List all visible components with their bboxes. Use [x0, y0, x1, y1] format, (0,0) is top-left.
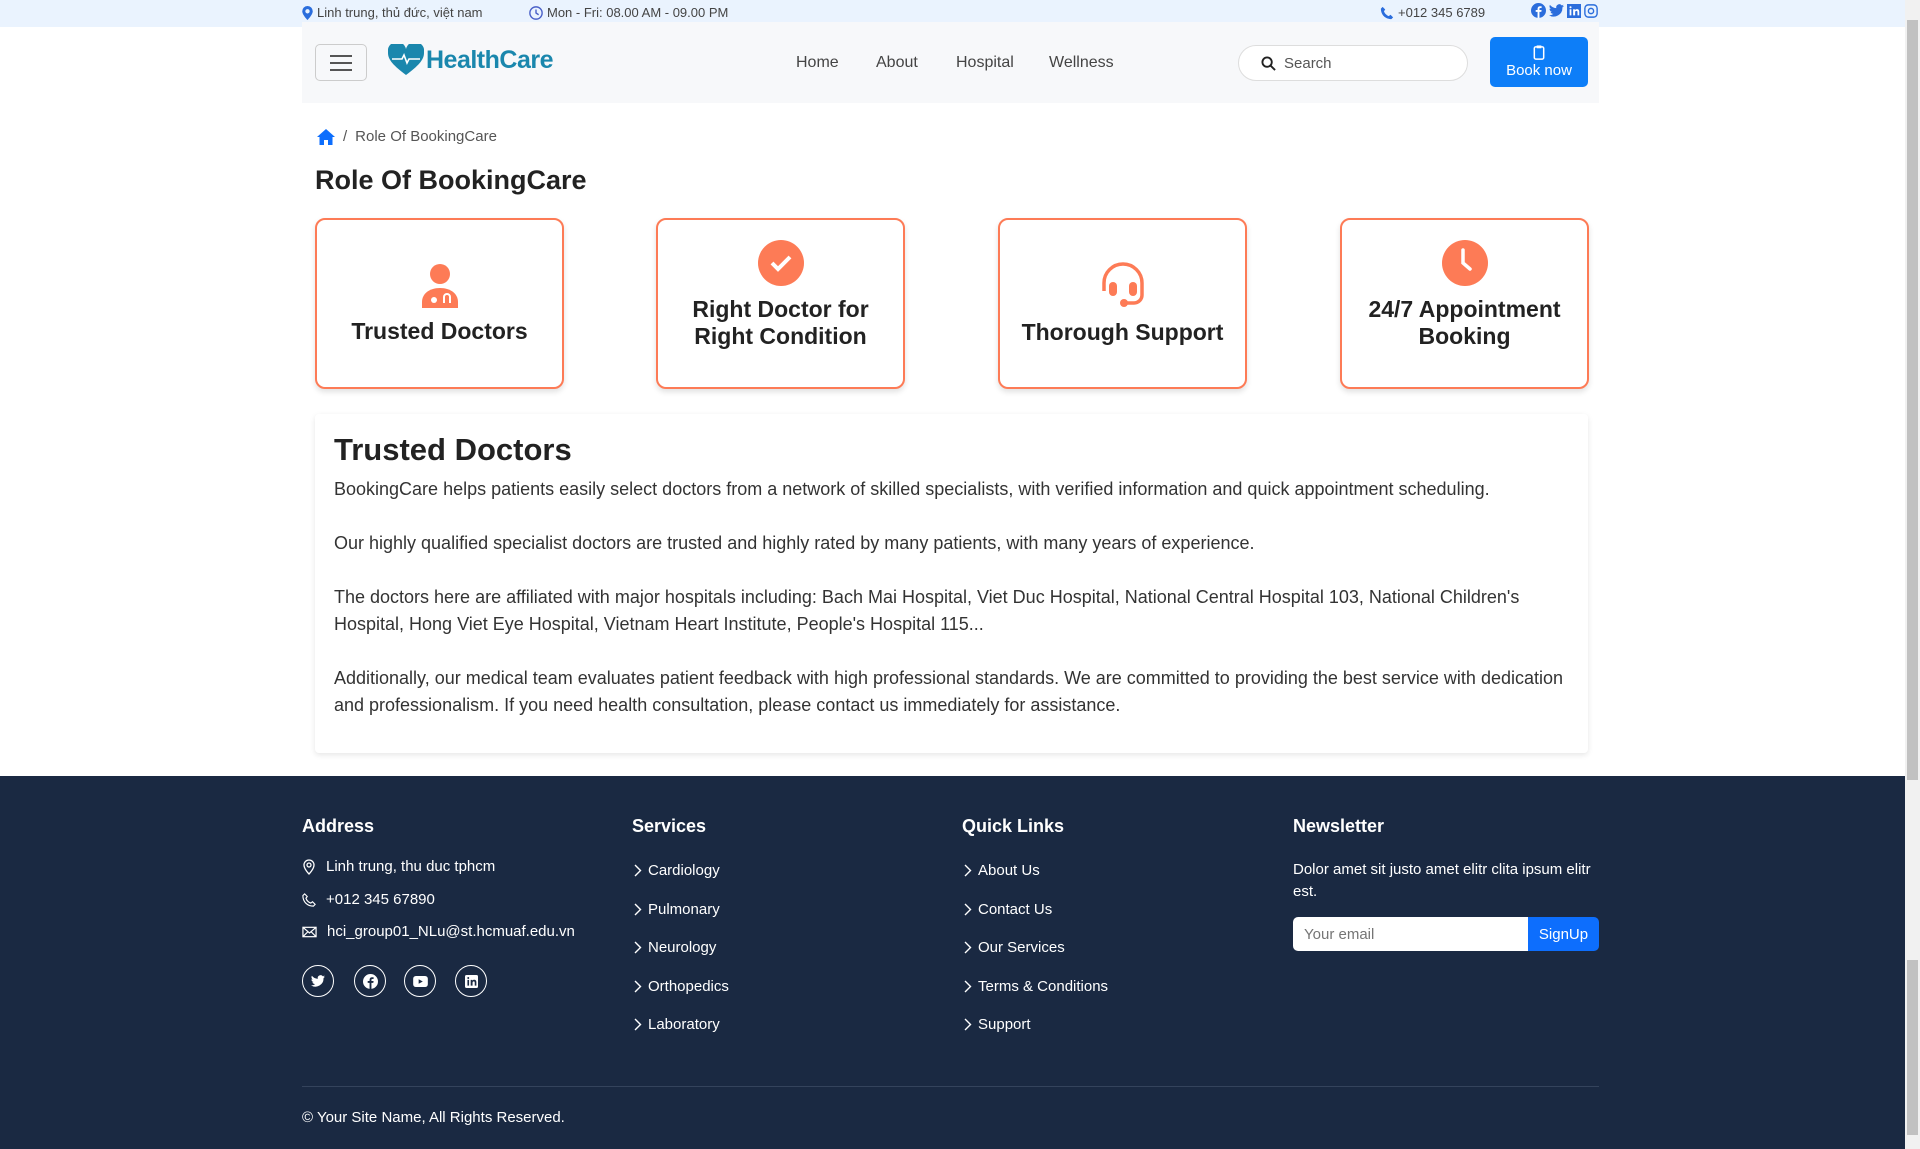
facebook-button[interactable] [354, 965, 386, 997]
footer-service-link[interactable]: Neurology [634, 939, 716, 956]
content-panel: Trusted Doctors BookingCare helps patien… [315, 414, 1588, 753]
chevron-right-icon [964, 980, 972, 992]
clock-icon [529, 5, 543, 20]
signup-button[interactable]: SignUp [1528, 917, 1599, 951]
chevron-right-icon [634, 980, 642, 992]
youtube-button[interactable] [404, 965, 436, 997]
envelope-icon [302, 926, 317, 937]
footer-location: Linh trung, thu duc tphcm [302, 858, 495, 875]
footer-services-title: Services [632, 816, 707, 836]
breadcrumb: / Role Of BookingCare [317, 128, 497, 145]
footer-email: hci_group01_NLu@st.hcmuaf.edu.vn [302, 923, 575, 940]
chevron-right-icon [634, 941, 642, 954]
footer-quick-link[interactable]: About Us [964, 862, 1040, 879]
youtube-icon [412, 975, 428, 987]
chevron-right-icon [964, 903, 972, 915]
chevron-right-icon [964, 941, 972, 954]
hamburger-icon [330, 54, 352, 57]
topbar-phone: +012 345 6789 [1380, 5, 1485, 20]
footer-service-link[interactable]: Cardiology [634, 862, 720, 879]
menu-toggle-button[interactable] [315, 44, 367, 81]
clock-icon [1441, 240, 1488, 286]
chevron-right-icon [634, 1018, 642, 1031]
footer-phone: +012 345 67890 [302, 891, 435, 908]
card-trusted-doctors[interactable]: Trusted Doctors [315, 218, 564, 389]
footer-quick-link[interactable]: Support [964, 1016, 1031, 1033]
home-icon[interactable] [317, 128, 335, 145]
chevron-right-icon [964, 1018, 972, 1031]
map-pin-icon [302, 5, 313, 20]
nav-home[interactable]: Home [796, 54, 839, 72]
nav-wellness[interactable]: Wellness [1049, 54, 1114, 72]
card-right-doctor[interactable]: Right Doctor for Right Condition [656, 218, 905, 389]
doctor-icon [421, 264, 458, 308]
nav-hospital[interactable]: Hospital [956, 54, 1014, 72]
page-title: Role Of BookingCare [315, 165, 587, 195]
twitter-button[interactable] [302, 965, 334, 997]
navbar: HealthCare Home About Hospital Wellness … [302, 22, 1599, 103]
footer-address-title: Address [302, 816, 375, 836]
footer-newsletter-title: Newsletter [1293, 816, 1385, 836]
content-paragraph: Our highly qualified specialist doctors … [334, 533, 1255, 553]
card-247-booking[interactable]: 24/7 Appointment Booking [1340, 218, 1589, 389]
scrollbar-thumb[interactable] [1907, 960, 1918, 1135]
twitter-icon [311, 975, 325, 987]
headset-icon [1101, 262, 1144, 307]
content-paragraph: BookingCare helps patients easily select… [334, 479, 1490, 499]
chevron-right-icon [634, 864, 642, 877]
check-circle-icon [757, 240, 804, 286]
facebook-icon[interactable] [1531, 3, 1546, 18]
scrollbar-thumb[interactable] [1907, 20, 1918, 780]
newsletter-email-input[interactable] [1293, 917, 1529, 951]
card-thorough-support[interactable]: Thorough Support [998, 218, 1247, 389]
footer-service-link[interactable]: Laboratory [634, 1016, 720, 1033]
facebook-icon [362, 973, 378, 989]
footer-quicklinks-title: Quick Links [962, 816, 1065, 836]
book-now-button[interactable]: Book now [1490, 37, 1588, 87]
linkedin-icon [464, 974, 478, 988]
phone-icon [302, 892, 316, 907]
chevron-right-icon [634, 903, 642, 915]
linkedin-button[interactable] [455, 965, 487, 997]
content-heading: Trusted Doctors [334, 432, 572, 467]
footer-service-link[interactable]: Pulmonary [634, 901, 720, 918]
breadcrumb-current: Role Of BookingCare [355, 128, 497, 145]
footer-quick-link[interactable]: Our Services [964, 939, 1065, 956]
search-input[interactable]: Search [1238, 45, 1468, 81]
heart-pulse-icon [388, 44, 424, 75]
map-pin-icon [303, 858, 315, 875]
footer-service-link[interactable]: Orthopedics [634, 978, 729, 995]
topbar-social [1531, 3, 1598, 18]
footer-divider [302, 1086, 1599, 1087]
topbar-hours: Mon - Fri: 08.00 AM - 09.00 PM [529, 5, 728, 20]
twitter-icon[interactable] [1549, 3, 1564, 18]
footer-quick-link[interactable]: Contact Us [964, 901, 1052, 918]
content-paragraph: Additionally, our medical team evaluates… [334, 668, 1564, 715]
search-icon [1261, 55, 1276, 71]
topbar-address: Linh trung, thủ đức, việt nam [302, 5, 483, 20]
phone-icon [1380, 6, 1394, 19]
logo[interactable]: HealthCare [388, 44, 554, 76]
footer-quick-link[interactable]: Terms & Conditions [964, 978, 1108, 995]
newsletter-text: Dolor amet sit justo amet elitr clita ip… [1293, 861, 1591, 900]
linkedin-icon[interactable] [1567, 3, 1581, 18]
nav-about[interactable]: About [876, 54, 918, 72]
content-paragraph: The doctors here are affiliated with maj… [334, 587, 1520, 634]
chevron-right-icon [964, 864, 972, 877]
footer: Address Linh trung, thu duc tphcm +012 3… [0, 776, 1905, 1149]
clipboard-icon [1533, 45, 1545, 60]
instagram-icon[interactable] [1584, 3, 1598, 18]
scrollbar[interactable] [1905, 0, 1920, 1149]
copyright: © Your Site Name, All Rights Reserved. [302, 1109, 565, 1126]
